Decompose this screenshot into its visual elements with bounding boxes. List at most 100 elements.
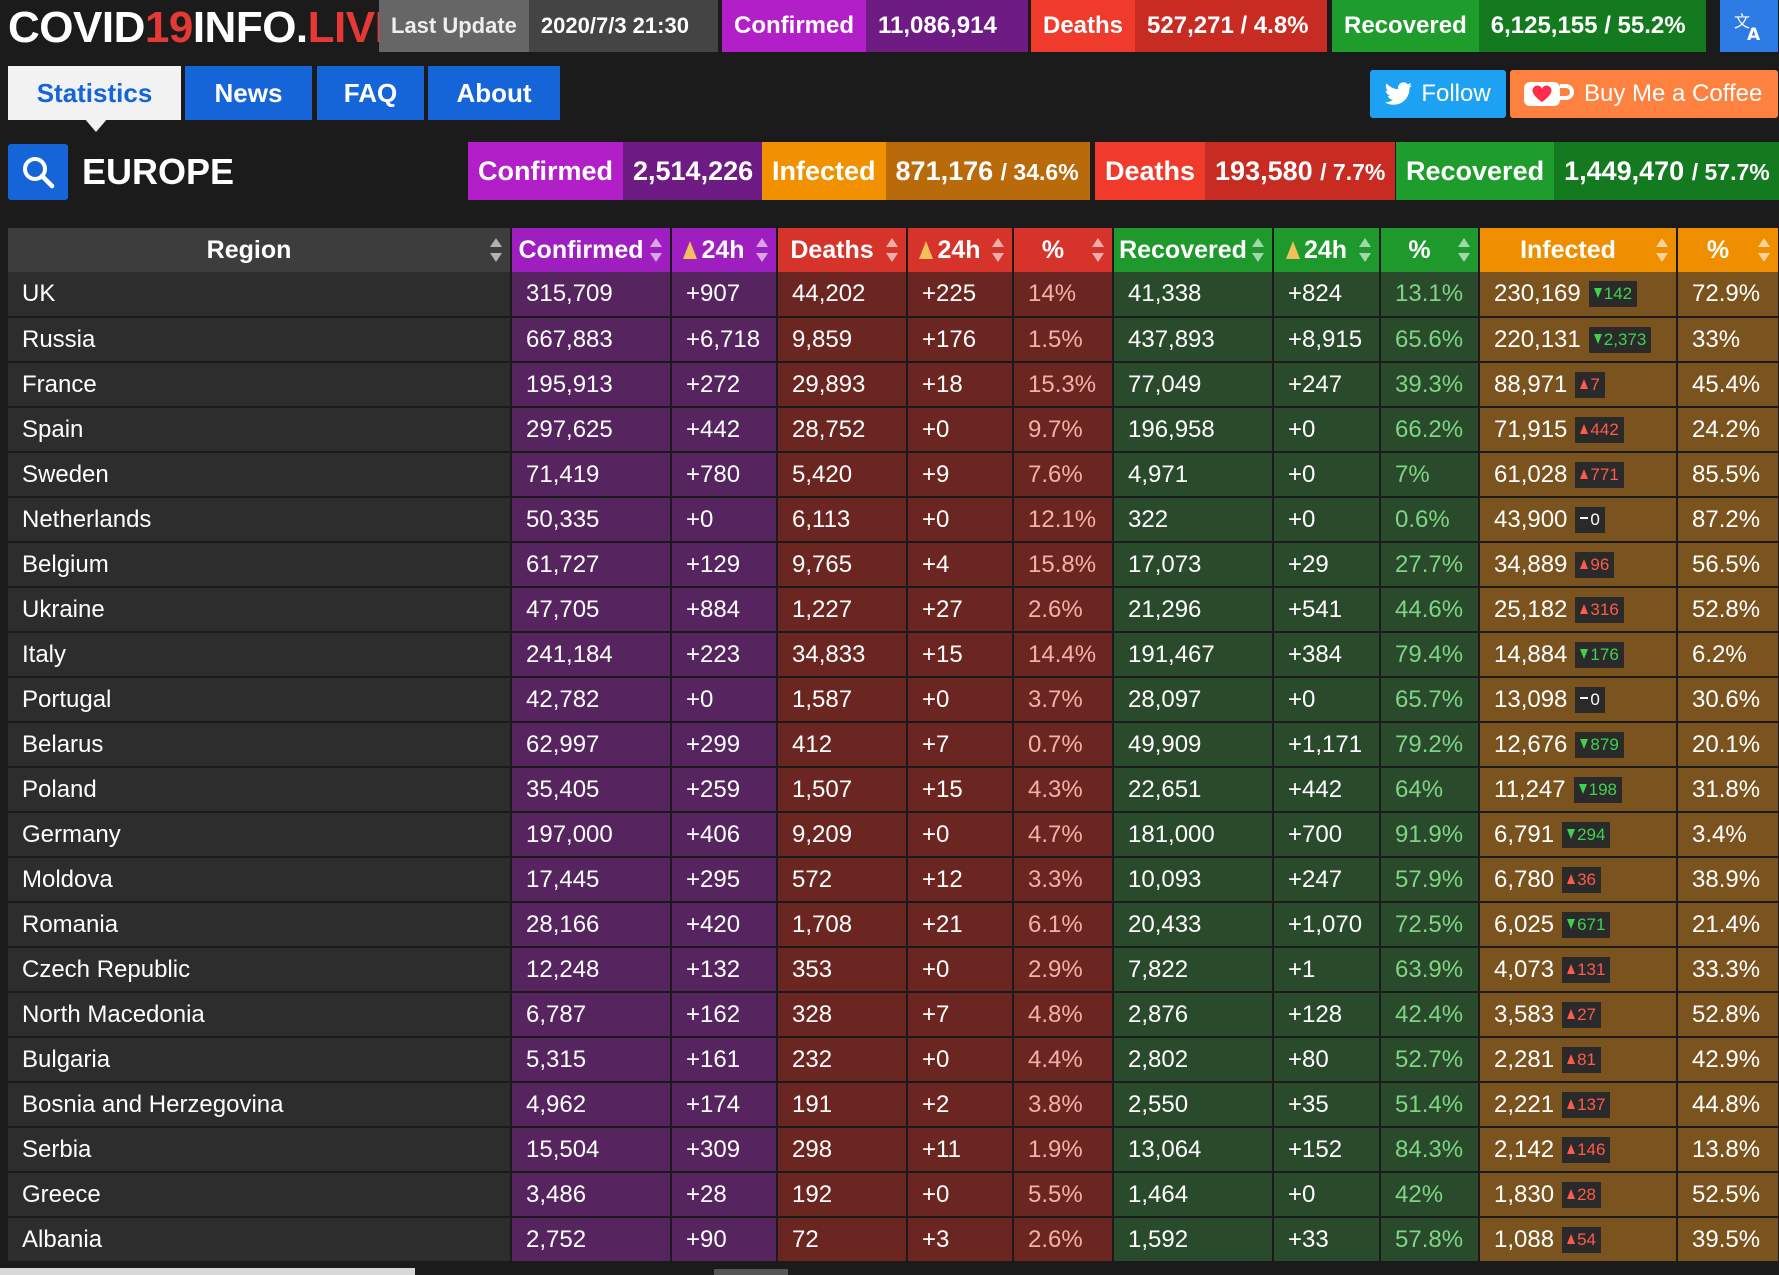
table-row[interactable]: Spain 297,625 +442 28,752 +0 9.7% 196,958 +0 66.… <box>8 407 1779 453</box>
table-row[interactable]: Bosnia and Herzegovina 4,962 +174 191 +2 3.8%… <box>8 1082 1779 1128</box>
cell-confirmed-24h-value: +780 <box>686 460 741 488</box>
cell-region[interactable]: UK <box>8 272 512 318</box>
tab-faq[interactable]: FAQ <box>317 66 424 120</box>
cell-deaths-pct: 3.7% <box>1013 677 1114 723</box>
cell-recovered-value: 2,802 <box>1128 1045 1189 1073</box>
global-deaths-pct: / 4.8% <box>1240 12 1309 39</box>
cell-region[interactable]: Sweden <box>8 452 512 498</box>
cell-deaths-pct-value: 1.9% <box>1028 1135 1083 1163</box>
cell-recovered-value: 1,592 <box>1128 1225 1189 1253</box>
cell-recovered-pct: 79.2% <box>1380 722 1480 768</box>
cell-infected-pct: 33% <box>1677 317 1779 363</box>
column-header-confirmed[interactable]: Confirmed <box>511 228 672 272</box>
cell-region[interactable]: Italy <box>8 632 512 678</box>
table-row[interactable]: Moldova 17,445 +295 572 +12 3.3% 10,093 +247 57.… <box>8 857 1779 903</box>
cell-infected-pct: 39.5% <box>1677 1217 1779 1263</box>
table-row[interactable]: Czech Republic 12,248 +132 353 +0 2.9% 7,822 +1… <box>8 947 1779 993</box>
horizontal-scrollbar[interactable] <box>0 1268 415 1275</box>
table-row[interactable]: Ukraine 47,705 +884 1,227 +27 2.6% 21,296 +541 4… <box>8 587 1779 633</box>
column-header-deaths[interactable]: Deaths <box>777 228 908 272</box>
cell-region[interactable]: Greece <box>8 1172 512 1218</box>
column-header-recovered[interactable]: Recovered <box>1113 228 1274 272</box>
cell-deaths-value: 353 <box>792 955 833 983</box>
cell-region[interactable]: Bulgaria <box>8 1037 512 1083</box>
cell-region[interactable]: Bosnia and Herzegovina <box>8 1082 512 1128</box>
cell-recovered-pct-value: 65.6% <box>1395 325 1464 353</box>
table-row[interactable]: Germany 197,000 +406 9,209 +0 4.7% 181,000 +700… <box>8 812 1779 858</box>
site-logo[interactable]: COVID19INFO.LIVE <box>8 4 404 52</box>
cell-region-value: North Macedonia <box>22 1000 205 1028</box>
tab-statistics[interactable]: Statistics <box>8 66 181 120</box>
buy-me-a-coffee-button[interactable]: Buy Me a Coffee <box>1510 70 1778 118</box>
cell-region[interactable]: Spain <box>8 407 512 453</box>
table-row[interactable]: Serbia 15,504 +309 298 +11 1.9% 13,064 +152 84.3… <box>8 1127 1779 1173</box>
cell-recovered-24h: +541 <box>1273 587 1381 633</box>
scrollbar-thumb[interactable] <box>714 1269 788 1275</box>
cell-recovered: 322 <box>1113 497 1274 543</box>
cell-region-value: Russia <box>22 325 96 353</box>
cell-confirmed-24h: +272 <box>671 362 778 408</box>
table-row[interactable]: Bulgaria 5,315 +161 232 +0 4.4% 2,802 +80 52.7% 2… <box>8 1037 1779 1083</box>
cell-confirmed-value: 5,315 <box>526 1045 587 1073</box>
table-row[interactable]: Romania 28,166 +420 1,708 +21 6.1% 20,433 +1,07… <box>8 902 1779 948</box>
column-header-deaths-pct[interactable]: % <box>1013 228 1114 272</box>
cell-region[interactable]: Serbia <box>8 1127 512 1173</box>
cell-deaths-24h-value: +2 <box>922 1090 950 1118</box>
column-header-deaths-24h[interactable]: 24h <box>907 228 1014 272</box>
cell-region[interactable]: Belarus <box>8 722 512 768</box>
cell-region[interactable]: Albania <box>8 1217 512 1263</box>
table-row[interactable]: Sweden 71,419 +780 5,420 +9 7.6% 4,971 +0 7% 61,0… <box>8 452 1779 498</box>
table-row[interactable]: Netherlands 50,335 +0 6,113 +0 12.1% 322 +0 0.6%… <box>8 497 1779 543</box>
table-row[interactable]: Belgium 61,727 +129 9,765 +4 15.8% 17,073 +29 27… <box>8 542 1779 588</box>
language-button[interactable]: 文 A <box>1720 0 1778 52</box>
cell-confirmed-24h: +132 <box>671 947 778 993</box>
tab-about[interactable]: About <box>428 66 560 120</box>
table-row[interactable]: France 195,913 +272 29,893 +18 15.3% 77,049 +24… <box>8 362 1779 408</box>
cell-infected-value: 2,221 <box>1494 1090 1555 1118</box>
cell-region[interactable]: Netherlands <box>8 497 512 543</box>
cell-recovered-24h-value: +29 <box>1288 550 1329 578</box>
table-row[interactable]: Italy 241,184 +223 34,833 +15 14.4% 191,467 +38… <box>8 632 1779 678</box>
table-row[interactable]: Greece 3,486 +28 192 +0 5.5% 1,464 +0 42% 1,830 28… <box>8 1172 1779 1218</box>
region-recovered-pct: / 57.7% <box>1691 159 1770 185</box>
column-header-infected[interactable]: Infected <box>1479 228 1678 272</box>
column-header-region[interactable]: Region <box>8 228 512 272</box>
cell-infected: 2,221 137 <box>1479 1082 1678 1128</box>
column-header-infected-pct[interactable]: % <box>1677 228 1779 272</box>
cell-deaths-24h: +18 <box>907 362 1014 408</box>
cell-region[interactable]: Moldova <box>8 857 512 903</box>
cell-region[interactable]: Romania <box>8 902 512 948</box>
cell-region[interactable]: Russia <box>8 317 512 363</box>
cell-deaths: 192 <box>777 1172 908 1218</box>
column-header-recovered-pct[interactable]: % <box>1380 228 1480 272</box>
region-search-button[interactable] <box>8 144 68 200</box>
region-deaths-value: 193,580 <box>1215 156 1313 186</box>
cell-infected-pct-value: 21.4% <box>1692 910 1761 938</box>
infected-change-badge: 0 <box>1575 686 1605 713</box>
cell-region[interactable]: Ukraine <box>8 587 512 633</box>
twitter-follow-button[interactable]: Follow <box>1370 70 1506 118</box>
cell-region[interactable]: France <box>8 362 512 408</box>
global-deaths-label: Deaths <box>1031 0 1136 52</box>
cell-region[interactable]: Czech Republic <box>8 947 512 993</box>
cell-region-value: Italy <box>22 640 67 668</box>
column-header-confirmed-24h[interactable]: 24h <box>671 228 778 272</box>
cell-region[interactable]: Poland <box>8 767 512 813</box>
cell-confirmed-value: 667,883 <box>526 325 613 353</box>
column-header-recovered-24h[interactable]: 24h <box>1273 228 1381 272</box>
cell-confirmed-value: 197,000 <box>526 820 613 848</box>
table-row[interactable]: Russia 667,883 +6,718 9,859 +176 1.5% 437,893 +… <box>8 317 1779 363</box>
cell-region[interactable]: North Macedonia <box>8 992 512 1038</box>
table-row[interactable]: Belarus 62,997 +299 412 +7 0.7% 49,909 +1,171 79… <box>8 722 1779 768</box>
cell-confirmed: 47,705 <box>511 587 672 633</box>
cell-region[interactable]: Belgium <box>8 542 512 588</box>
table-row[interactable]: North Macedonia 6,787 +162 328 +7 4.8% 2,876 +1… <box>8 992 1779 1038</box>
cell-recovered-pct-value: 0.6% <box>1395 505 1450 533</box>
cell-region[interactable]: Portugal <box>8 677 512 723</box>
table-row[interactable]: UK 315,709 +907 44,202 +225 14% 41,338 +824 13.1… <box>8 272 1779 318</box>
table-row[interactable]: Portugal 42,782 +0 1,587 +0 3.7% 28,097 +0 65.7%… <box>8 677 1779 723</box>
table-row[interactable]: Albania 2,752 +90 72 +3 2.6% 1,592 +33 57.8% 1,08… <box>8 1217 1779 1263</box>
tab-news[interactable]: News <box>185 66 312 120</box>
table-row[interactable]: Poland 35,405 +259 1,507 +15 4.3% 22,651 +442 64… <box>8 767 1779 813</box>
cell-region[interactable]: Germany <box>8 812 512 858</box>
